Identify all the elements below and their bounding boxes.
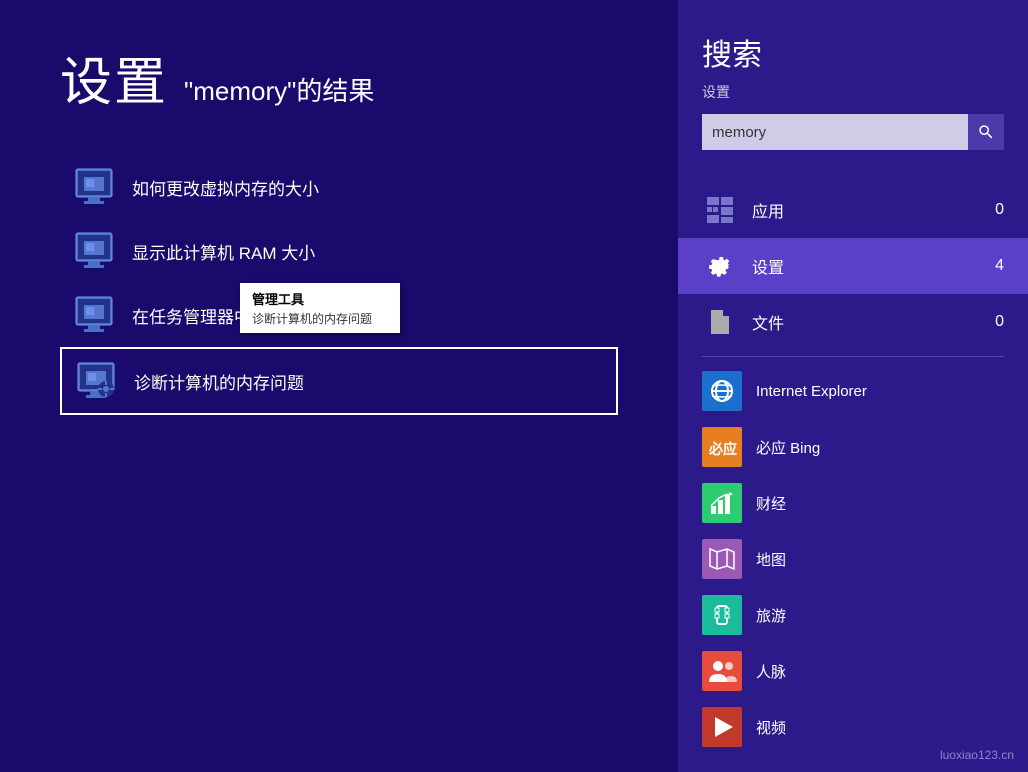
maps-icon bbox=[702, 539, 742, 579]
maps-label: 地图 bbox=[756, 549, 786, 570]
sidebar-subtitle: 设置 bbox=[702, 82, 1004, 102]
ie-icon bbox=[702, 371, 742, 411]
search-icon bbox=[977, 123, 995, 141]
files-icon bbox=[702, 304, 738, 340]
category-apps[interactable]: 应用 0 bbox=[678, 182, 1028, 238]
result-text-4: 诊断计算机的内存问题 bbox=[134, 369, 304, 394]
result-item-selected[interactable]: 诊断计算机的内存问题 bbox=[60, 347, 618, 415]
app-bing[interactable]: 必应 必应 Bing bbox=[678, 419, 1028, 475]
tooltip-title: 管理工具 bbox=[252, 289, 388, 308]
video-label: 视频 bbox=[756, 717, 786, 738]
main-content: 设置 "memory"的结果 如何更改虚拟内存的大小 bbox=[0, 0, 678, 772]
sidebar-header: 搜索 设置 bbox=[678, 0, 1028, 166]
finance-icon bbox=[702, 483, 742, 523]
apps-icon bbox=[702, 192, 738, 228]
apps-count: 0 bbox=[995, 201, 1004, 219]
result-icon-2 bbox=[72, 229, 116, 273]
search-query-label: "memory"的结果 bbox=[184, 71, 374, 108]
result-icon-1 bbox=[72, 165, 116, 209]
page-title: 设置 "memory"的结果 bbox=[60, 40, 618, 115]
app-ie[interactable]: Internet Explorer bbox=[678, 363, 1028, 419]
settings-count: 4 bbox=[995, 257, 1004, 275]
watermark: luoxiao123.cn bbox=[940, 748, 1014, 762]
settings-label: 设置 bbox=[752, 254, 981, 278]
app-travel[interactable]: 旅游 bbox=[678, 587, 1028, 643]
bing-icon: 必应 bbox=[702, 427, 742, 467]
result-text-2: 显示此计算机 RAM 大小 bbox=[132, 239, 315, 264]
apps-label: 应用 bbox=[752, 198, 981, 222]
result-item[interactable]: 显示此计算机 RAM 大小 bbox=[60, 219, 618, 283]
sidebar-title: 搜索 bbox=[702, 30, 1004, 74]
tooltip: 管理工具 诊断计算机的内存问题 bbox=[240, 283, 400, 333]
result-icon-3 bbox=[72, 293, 116, 337]
people-icon bbox=[702, 651, 742, 691]
result-item[interactable]: 如何更改虚拟内存的大小 bbox=[60, 155, 618, 219]
search-button[interactable] bbox=[968, 114, 1004, 150]
app-people[interactable]: 人脉 bbox=[678, 643, 1028, 699]
travel-label: 旅游 bbox=[756, 605, 786, 626]
bing-label: 必应 Bing bbox=[756, 437, 820, 458]
search-box[interactable] bbox=[702, 114, 1004, 150]
category-label: 设置 bbox=[60, 40, 168, 115]
files-label: 文件 bbox=[752, 310, 981, 334]
category-settings[interactable]: 设置 4 bbox=[678, 238, 1028, 294]
travel-icon bbox=[702, 595, 742, 635]
result-item[interactable]: 在任务管理器中查看内存使用情况 管理工具 诊断计算机的内存问题 bbox=[60, 283, 618, 347]
app-maps[interactable]: 地图 bbox=[678, 531, 1028, 587]
video-icon bbox=[702, 707, 742, 747]
results-list: 如何更改虚拟内存的大小 显示此计算机 RAM 大小 bbox=[60, 155, 618, 415]
settings-icon bbox=[702, 248, 738, 284]
ie-label: Internet Explorer bbox=[756, 383, 867, 400]
tooltip-subtitle: 诊断计算机的内存问题 bbox=[252, 310, 388, 327]
result-text-1: 如何更改虚拟内存的大小 bbox=[132, 175, 319, 200]
app-finance[interactable]: 财经 bbox=[678, 475, 1028, 531]
files-count: 0 bbox=[995, 313, 1004, 331]
category-list: 应用 0 设置 4 文件 0 bbox=[678, 182, 1028, 772]
sidebar: 搜索 设置 bbox=[678, 0, 1028, 772]
people-label: 人脉 bbox=[756, 661, 786, 682]
divider bbox=[702, 356, 1004, 357]
search-input[interactable] bbox=[702, 124, 968, 141]
app-video[interactable]: 视频 bbox=[678, 699, 1028, 755]
svg-text:必应: 必应 bbox=[708, 441, 737, 457]
finance-label: 财经 bbox=[756, 493, 786, 514]
result-icon-4 bbox=[74, 359, 118, 403]
category-files[interactable]: 文件 0 bbox=[678, 294, 1028, 350]
